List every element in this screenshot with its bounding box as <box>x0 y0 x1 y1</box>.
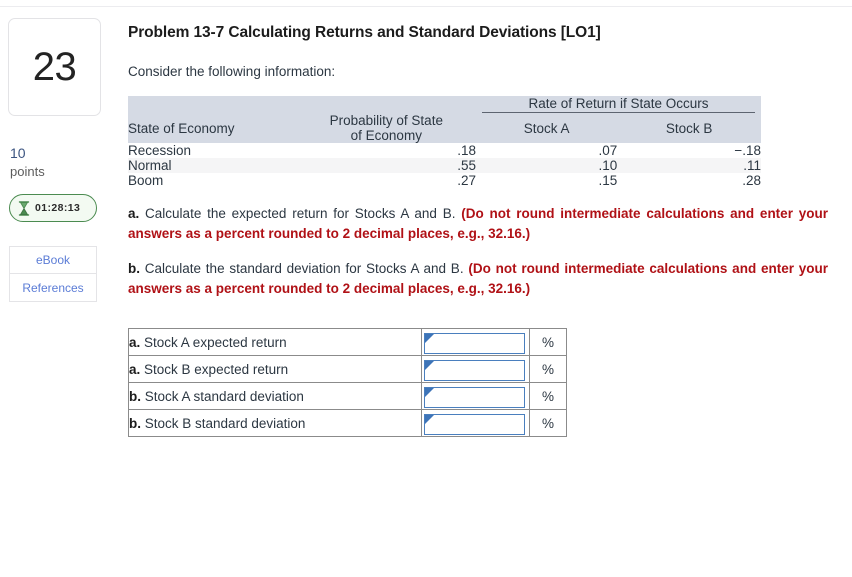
information-table: Rate of Return if State Occurs State of … <box>128 96 761 189</box>
answer-letter: a. <box>129 361 141 377</box>
answer-row-stock-a-expected-return: a. Stock A expected return % <box>128 328 567 357</box>
table-group-header-row: Rate of Return if State Occurs <box>128 96 761 113</box>
table-row: Boom .27 .15 .28 <box>128 173 761 189</box>
cell-stock-b: −.18 <box>617 143 761 159</box>
question-page: 23 10 points 01:28:13 eBook References P… <box>0 0 852 577</box>
table-row: Normal .55 .10 .11 <box>128 158 761 174</box>
question-part-b: b. Calculate the standard deviation for … <box>128 259 828 298</box>
header-stock-a: Stock A <box>475 113 618 144</box>
answer-input-cell <box>421 355 530 384</box>
flag-marker-icon <box>425 360 434 370</box>
header-spacer-state <box>128 96 297 113</box>
rate-of-return-group-label: Rate of Return if State Occurs <box>528 96 709 111</box>
header-probability-of-state: Probability of State of Economy <box>296 113 476 144</box>
percent-unit: % <box>529 382 567 411</box>
cell-stock-b: .28 <box>617 173 761 189</box>
answer-label: Stock B standard deviation <box>144 415 306 431</box>
flag-marker-icon <box>425 333 434 343</box>
answer-label: Stock B expected return <box>144 361 289 377</box>
table-row: Recession .18 .07 −.18 <box>128 143 761 159</box>
question-number-box: 23 <box>8 18 101 116</box>
cell-probability: .27 <box>296 173 476 189</box>
points-value: 10 <box>10 145 26 161</box>
points-label: points <box>10 163 45 179</box>
answer-input-cell <box>421 382 530 411</box>
answer-input-cell <box>421 409 530 438</box>
header-probability-line2: of Economy <box>350 128 422 144</box>
timer-badge: 01:28:13 <box>9 194 97 223</box>
part-a-text: Calculate the expected return for Stocks… <box>145 206 462 222</box>
part-a-letter: a. <box>128 206 140 222</box>
top-divider <box>0 6 852 7</box>
table-header-row: State of Economy Probability of State of… <box>128 113 761 144</box>
answer-label-cell: b. Stock B standard deviation <box>128 409 422 438</box>
stock-b-expected-return-input[interactable] <box>424 359 525 381</box>
stock-a-expected-return-input[interactable] <box>424 332 525 354</box>
header-state-of-economy: State of Economy <box>128 113 297 144</box>
stock-b-standard-deviation-input[interactable] <box>424 413 525 435</box>
header-spacer-probability <box>296 96 476 113</box>
header-stock-b: Stock B <box>617 113 761 144</box>
cell-state: Recession <box>128 143 297 159</box>
rate-of-return-group-header: Rate of Return if State Occurs <box>475 96 761 113</box>
answer-label: Stock A expected return <box>144 334 287 350</box>
hourglass-icon <box>18 201 30 216</box>
answer-letter: a. <box>129 334 141 350</box>
percent-unit: % <box>529 355 567 384</box>
cell-state: Boom <box>128 173 297 189</box>
timer-value: 01:28:13 <box>35 202 81 215</box>
cell-stock-b: .11 <box>617 158 761 174</box>
answer-row-stock-a-standard-deviation: b. Stock A standard deviation % <box>128 382 567 411</box>
question-sidebar: 23 10 points 01:28:13 eBook References <box>8 18 118 303</box>
flag-marker-icon <box>425 414 434 424</box>
points-block: 10 points <box>10 144 118 180</box>
ebook-link[interactable]: eBook <box>10 247 96 275</box>
part-b-text: Calculate the standard deviation for Sto… <box>144 261 469 277</box>
references-link[interactable]: References <box>10 274 96 302</box>
answer-letter: b. <box>129 415 141 431</box>
intro-text: Consider the following information: <box>128 64 336 79</box>
cell-stock-a: .10 <box>475 158 618 174</box>
answer-row-stock-b-standard-deviation: b. Stock B standard deviation % <box>128 409 567 438</box>
percent-unit: % <box>529 328 567 357</box>
resource-links: eBook References <box>9 246 97 303</box>
percent-unit: % <box>529 409 567 438</box>
answer-label-cell: a. Stock B expected return <box>128 355 422 384</box>
answer-row-stock-b-expected-return: a. Stock B expected return % <box>128 355 567 384</box>
answer-label: Stock A standard deviation <box>144 388 304 404</box>
answer-letter: b. <box>129 388 141 404</box>
cell-stock-a: .15 <box>475 173 618 189</box>
cell-state: Normal <box>128 158 297 174</box>
question-number: 23 <box>32 44 77 89</box>
cell-probability: .55 <box>296 158 476 174</box>
header-probability-line1: Probability of State <box>329 113 443 128</box>
answer-table: a. Stock A expected return % a. Stock B … <box>128 328 567 438</box>
page-title: Problem 13-7 Calculating Returns and Sta… <box>128 24 601 41</box>
answer-input-cell <box>421 328 530 357</box>
cell-probability: .18 <box>296 143 476 159</box>
answer-label-cell: a. Stock A expected return <box>128 328 422 357</box>
answer-label-cell: b. Stock A standard deviation <box>128 382 422 411</box>
question-body: Problem 13-7 Calculating Returns and Sta… <box>128 24 840 438</box>
question-part-a: a. Calculate the expected return for Sto… <box>128 204 828 243</box>
cell-stock-a: .07 <box>475 143 618 159</box>
stock-a-standard-deviation-input[interactable] <box>424 386 525 408</box>
part-b-letter: b. <box>128 261 140 277</box>
flag-marker-icon <box>425 387 434 397</box>
